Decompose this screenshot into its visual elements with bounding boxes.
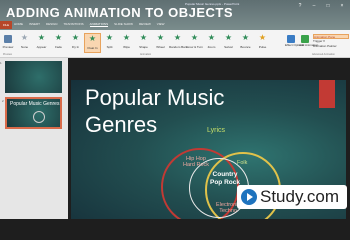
animation-fade[interactable]: ★ Fade bbox=[50, 33, 67, 53]
star-icon: ★ bbox=[105, 33, 114, 42]
animation-fly-in[interactable]: ★ Fly In bbox=[67, 33, 84, 53]
slide-title[interactable]: Popular Music Genres bbox=[85, 84, 285, 138]
tab-review[interactable]: REVIEW bbox=[139, 22, 151, 27]
animation-shape[interactable]: ★ Shape bbox=[135, 33, 152, 53]
tab-home[interactable]: HOME bbox=[14, 22, 23, 27]
slide-number: 2 bbox=[2, 99, 4, 103]
preview-icon bbox=[4, 35, 12, 43]
animation-zoom[interactable]: ★ Zoom bbox=[203, 33, 220, 53]
ribbon: Preview ★ None ★ Appear ★ Fade ★ Fly In ★ Float I… bbox=[0, 30, 350, 58]
star-icon: ★ bbox=[173, 33, 182, 42]
tab-insert[interactable]: INSERT bbox=[29, 22, 40, 27]
group-label-preview: Preview bbox=[3, 53, 12, 56]
thumbnail-venn bbox=[33, 111, 45, 123]
star-icon: ★ bbox=[224, 33, 233, 42]
animation-bounce[interactable]: ★ Bounce bbox=[237, 33, 254, 53]
tab-view[interactable]: VIEW bbox=[157, 22, 165, 27]
play-logo-icon bbox=[241, 189, 257, 205]
star-icon: ★ bbox=[207, 33, 216, 42]
star-icon: ★ bbox=[122, 33, 131, 42]
lesson-title: ADDING ANIMATION TO OBJECTS bbox=[6, 5, 234, 20]
star-icon: ★ bbox=[156, 33, 165, 42]
star-icon: ★ bbox=[241, 33, 250, 42]
help-icon[interactable]: ? bbox=[296, 3, 304, 9]
effect-options-icon bbox=[287, 35, 295, 43]
effect-options-button[interactable]: Effect Options bbox=[285, 33, 304, 53]
star-icon: ★ bbox=[88, 34, 97, 43]
animation-grow-turn[interactable]: ★ Grow & Turn bbox=[186, 33, 203, 53]
slide-accent-bar bbox=[319, 80, 335, 108]
animation-split[interactable]: ★ Split bbox=[101, 33, 118, 53]
animation-appear[interactable]: ★ Appear bbox=[33, 33, 50, 53]
close-icon[interactable]: × bbox=[338, 3, 346, 9]
star-icon: ★ bbox=[20, 33, 29, 42]
animation-pulse[interactable]: ★ Pulse bbox=[254, 33, 271, 53]
tab-design[interactable]: DESIGN bbox=[46, 22, 58, 27]
star-icon: ★ bbox=[37, 33, 46, 42]
tab-transitions[interactable]: TRANSITIONS bbox=[63, 22, 83, 27]
preview-button[interactable]: Preview bbox=[2, 33, 14, 53]
animation-float-in[interactable]: ★ Float In bbox=[84, 33, 101, 53]
animation-gallery: ★ None ★ Appear ★ Fade ★ Fly In ★ Float In ★ Split ★… bbox=[16, 33, 271, 53]
animation-swivel[interactable]: ★ Swivel bbox=[220, 33, 237, 53]
study-watermark: Study.com bbox=[237, 185, 347, 209]
animation-random-bars[interactable]: ★ Random Bars bbox=[169, 33, 187, 53]
group-label-animation: Animation bbox=[140, 53, 152, 56]
group-label-advanced: Advanced Animation bbox=[312, 53, 335, 56]
star-icon: ★ bbox=[258, 33, 267, 42]
add-animation-button[interactable]: Add Animation bbox=[299, 33, 318, 53]
star-icon: ★ bbox=[139, 33, 148, 42]
window-controls: ? – □ × bbox=[296, 3, 346, 9]
venn-label-hiphop[interactable]: Hip Hop Hard Rock bbox=[183, 156, 209, 168]
animation-wheel[interactable]: ★ Wheel bbox=[152, 33, 169, 53]
slide-thumbnail-1[interactable]: 1 bbox=[0, 61, 62, 93]
slide-thumbnails-pane: 1 2 Popular Music Genres bbox=[0, 58, 68, 219]
thumbnail-title: Popular Music Genres bbox=[10, 101, 60, 107]
star-icon: ★ bbox=[71, 33, 80, 42]
animation-wipe[interactable]: ★ Wipe bbox=[118, 33, 135, 53]
tab-file[interactable]: FILE bbox=[0, 21, 12, 29]
animation-painter-button[interactable]: Animation Painter bbox=[313, 44, 349, 49]
watermark-text: Study.com bbox=[260, 187, 340, 206]
star-icon: ★ bbox=[54, 33, 63, 42]
minimize-icon[interactable]: – bbox=[310, 3, 318, 9]
animation-none[interactable]: ★ None bbox=[16, 33, 33, 53]
star-icon: ★ bbox=[190, 33, 199, 42]
venn-label-lyrics[interactable]: Lyrics bbox=[207, 127, 225, 134]
slide-thumbnail-2[interactable]: 2 Popular Music Genres bbox=[2, 97, 62, 129]
ribbon-tabs: FILE HOME INSERT DESIGN TRANSITIONS ANIMATIO… bbox=[0, 19, 350, 30]
tab-animations[interactable]: ANIMATIONS bbox=[89, 22, 109, 27]
tab-slide-show[interactable]: SLIDE SHOW bbox=[114, 22, 133, 27]
maximize-icon[interactable]: □ bbox=[324, 3, 332, 9]
venn-label-folk[interactable]: Folk bbox=[237, 160, 247, 166]
slide-number: 1 bbox=[0, 61, 2, 65]
add-animation-icon bbox=[301, 35, 309, 43]
venn-label-country[interactable]: Country Pop Rock bbox=[210, 171, 240, 186]
advanced-animation-group: Animation Pane Trigger ▾ Animation Paint… bbox=[313, 34, 349, 49]
app-title: Popular Music Genres.pptx - PowerPoint bbox=[185, 2, 240, 6]
